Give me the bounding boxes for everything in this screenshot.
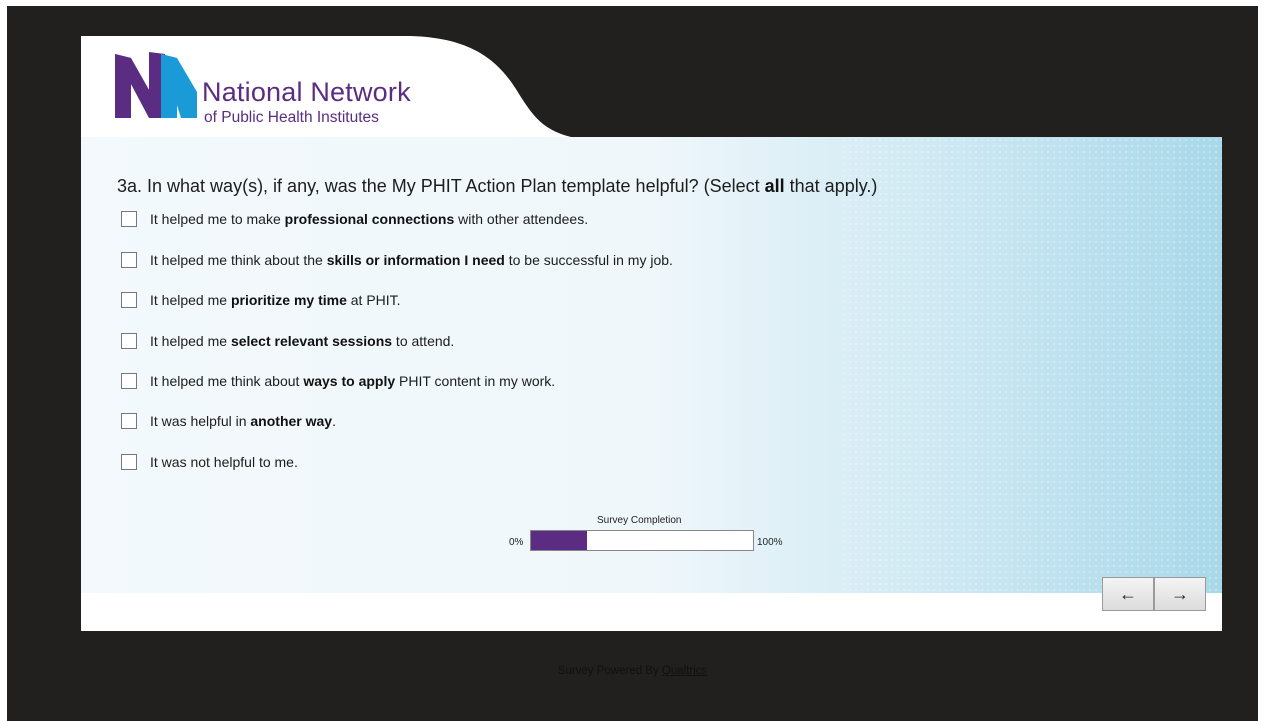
- choice-another-way[interactable]: It was helpful in another way.: [121, 411, 336, 431]
- left-arrow-icon: ←: [1119, 583, 1137, 604]
- back-button[interactable]: ←: [1102, 577, 1154, 611]
- qualtrics-link[interactable]: Qualtrics: [662, 665, 707, 677]
- checkbox[interactable]: [121, 454, 137, 470]
- powered-by-footer: Survey Powered By Qualtrics: [557, 665, 708, 677]
- nav-bar: [81, 593, 1222, 631]
- choice-label: It helped me select relevant sessions to…: [150, 333, 455, 349]
- checkbox[interactable]: [121, 211, 137, 227]
- choice-prioritize-time[interactable]: It helped me prioritize my time at PHIT.: [121, 290, 401, 310]
- choice-skills-information[interactable]: It helped me think about the skills or i…: [121, 250, 673, 270]
- progress-bar: [530, 530, 754, 551]
- choice-select-sessions[interactable]: It helped me select relevant sessions to…: [121, 331, 454, 351]
- choice-label: It helped me to make professional connec…: [150, 211, 589, 227]
- choice-label: It helped me think about ways to apply P…: [150, 373, 556, 389]
- choice-label: It helped me think about the skills or i…: [150, 252, 673, 268]
- right-arrow-icon: →: [1171, 583, 1189, 604]
- choice-label: It helped me prioritize my time at PHIT.: [150, 292, 401, 308]
- survey-card: National Network of Public Health Instit…: [81, 36, 1222, 631]
- checkbox[interactable]: [121, 413, 137, 429]
- progress-max-label: 100%: [757, 537, 783, 548]
- choice-label: It was not helpful to me.: [150, 454, 298, 470]
- question-text: 3a. In what way(s), if any, was the My P…: [117, 176, 878, 196]
- choice-not-helpful[interactable]: It was not helpful to me.: [121, 452, 298, 472]
- nnphi-logo-icon: [115, 52, 197, 118]
- progress-label: Survey Completion: [597, 515, 682, 526]
- progress-fill: [531, 531, 587, 550]
- progress-min-label: 0%: [509, 537, 524, 548]
- choice-professional-connections[interactable]: It helped me to make professional connec…: [121, 209, 588, 229]
- logo-title: National Network: [202, 77, 411, 107]
- choice-label: It was helpful in another way.: [150, 413, 336, 429]
- choice-ways-to-apply[interactable]: It helped me think about ways to apply P…: [121, 371, 555, 391]
- checkbox[interactable]: [121, 333, 137, 349]
- checkbox[interactable]: [121, 252, 137, 268]
- logo-subtitle: of Public Health Institutes: [204, 109, 379, 126]
- next-button[interactable]: →: [1154, 577, 1206, 611]
- checkbox[interactable]: [121, 292, 137, 308]
- checkbox[interactable]: [121, 373, 137, 389]
